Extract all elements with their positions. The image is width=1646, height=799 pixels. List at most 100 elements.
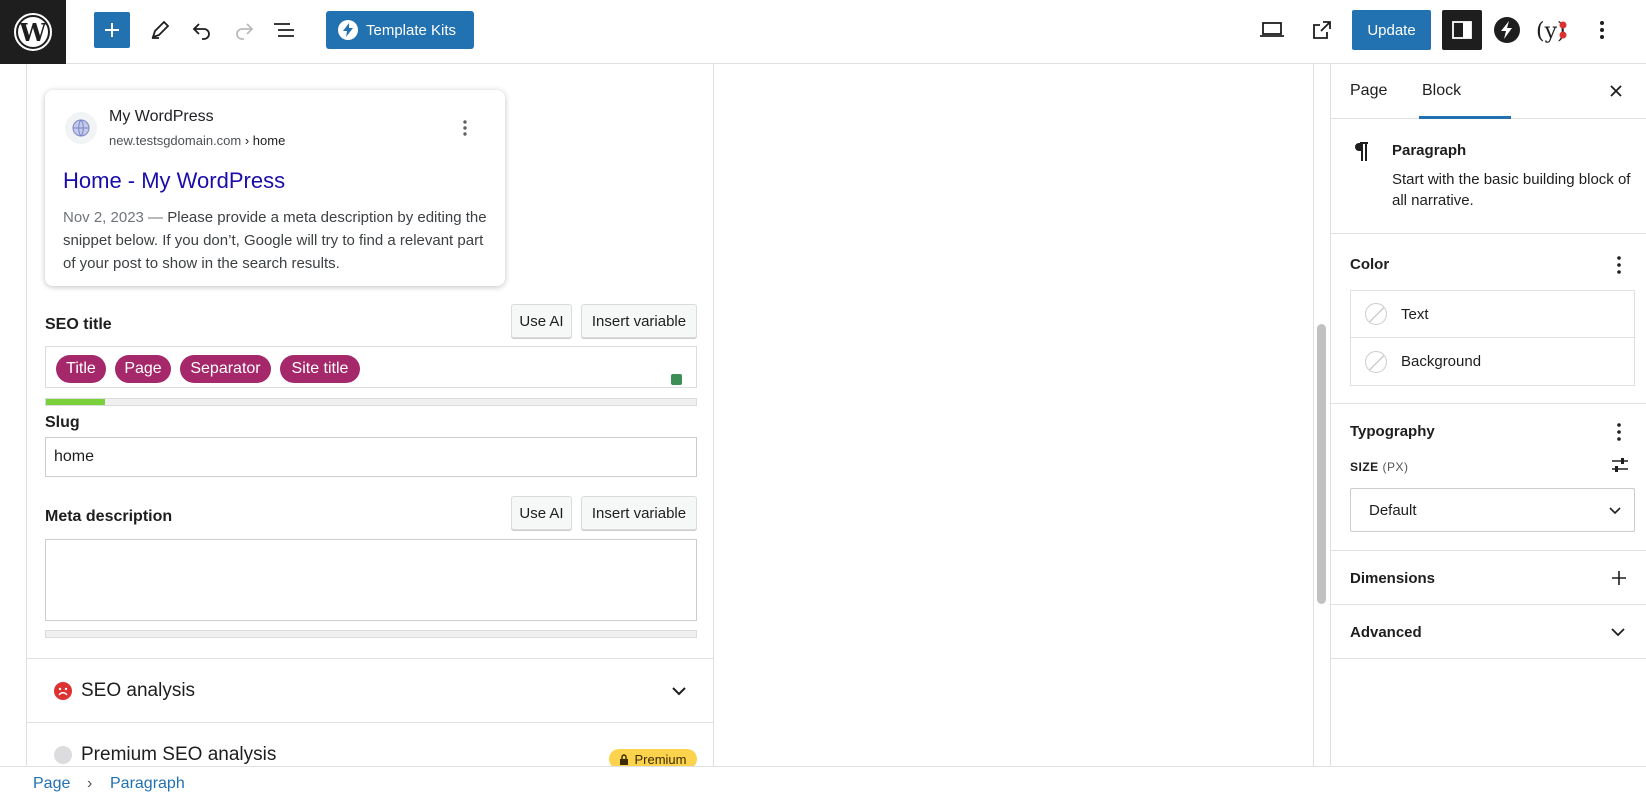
font-size-value: Default [1369, 501, 1417, 519]
lock-icon [620, 753, 629, 765]
edit-tools-button[interactable] [142, 12, 178, 48]
variable-pill-separator[interactable]: Separator [180, 355, 271, 383]
more-vertical-icon [463, 120, 467, 141]
undo-icon [192, 23, 210, 40]
sidebar-tabs: Page Block [1331, 64, 1646, 119]
advanced-panel-toggle[interactable]: Advanced [1331, 605, 1646, 659]
desktop-preview-icon [1260, 22, 1284, 37]
variable-pill-site-title[interactable]: Site title [280, 355, 360, 383]
meta-description-progress-bar [45, 630, 697, 638]
premium-seo-analysis-toggle[interactable]: Premium SEO analysis Premium [27, 722, 713, 766]
seo-title-progress-fill [46, 399, 105, 405]
snippet-url: new.testsgdomain.com › home [109, 133, 286, 148]
bolt-circle-icon [1494, 17, 1520, 43]
more-vertical-icon[interactable] [1617, 423, 1621, 441]
color-options: Text Background [1350, 290, 1635, 386]
editor-scrollbar-thumb[interactable] [1317, 324, 1326, 604]
list-view-icon [274, 23, 294, 37]
block-name: Paragraph [1392, 142, 1467, 159]
settings-sidebar-toggle[interactable] [1442, 10, 1482, 50]
variable-pill-page[interactable]: Page [115, 355, 171, 383]
chevron-down-icon [1611, 628, 1625, 637]
redo-icon [236, 23, 254, 40]
envato-bolt-icon [338, 20, 358, 40]
chevron-down-icon [672, 687, 686, 696]
seo-title-use-ai-button[interactable]: Use AI [511, 304, 572, 338]
breadcrumb-page[interactable]: Page [33, 775, 70, 793]
dimensions-panel-toggle[interactable]: Dimensions [1331, 551, 1646, 605]
block-breadcrumb: Page › Paragraph [0, 766, 1646, 799]
breadcrumb-paragraph[interactable]: Paragraph [110, 775, 185, 793]
editor-canvas: My WordPress new.testsgdomain.com › home… [0, 64, 1330, 766]
sidebar-icon [1452, 21, 1472, 39]
meta-description-input[interactable] [45, 539, 697, 621]
pencil-icon [151, 20, 170, 39]
more-vertical-icon[interactable] [1617, 256, 1621, 274]
external-link-icon [1313, 21, 1331, 39]
snippet-site-name: My WordPress [109, 108, 214, 125]
slug-label: Slug [45, 414, 80, 431]
color-text-label: Text [1401, 305, 1429, 323]
empty-swatch-icon [1365, 303, 1387, 325]
yoast-icon: (y) [1536, 19, 1567, 44]
seo-title-input[interactable]: Title Page Separator Site title [45, 346, 697, 388]
color-background-label: Background [1401, 353, 1482, 370]
plus-icon [105, 23, 119, 37]
yoast-seo-button[interactable]: (y) [1534, 12, 1570, 48]
variable-pill-title[interactable]: Title [56, 355, 106, 383]
block-card: Paragraph Start with the basic building … [1331, 119, 1646, 234]
seo-title-insert-variable-button[interactable]: Insert variable [581, 304, 697, 338]
elementor-button[interactable] [1489, 12, 1525, 48]
grey-circle-icon [54, 746, 72, 764]
seo-title-label: SEO title [45, 316, 112, 333]
google-preview-snippet: My WordPress new.testsgdomain.com › home… [45, 90, 505, 286]
grammarly-grip-icon[interactable] [671, 374, 682, 385]
plus-icon [1612, 571, 1626, 585]
sad-face-icon [54, 682, 72, 700]
update-button[interactable]: Update [1352, 10, 1431, 50]
snippet-title: Home - My WordPress [63, 168, 286, 193]
meta-description-insert-variable-button[interactable]: Insert variable [581, 496, 697, 530]
custom-size-settings-icon[interactable] [1611, 456, 1629, 474]
add-block-button[interactable] [94, 12, 130, 48]
close-icon[interactable] [1609, 84, 1623, 98]
size-label: SIZE (PX) [1350, 460, 1409, 474]
undo-button[interactable] [184, 12, 220, 48]
tab-page[interactable]: Page [1350, 82, 1387, 100]
font-size-select[interactable]: Default [1350, 488, 1635, 532]
paragraph-icon [1355, 142, 1368, 161]
snippet-description: Nov 2, 2023 — Please provide a meta desc… [63, 209, 487, 272]
meta-description-label: Meta description [45, 508, 173, 525]
yoast-meta-panel: My WordPress new.testsgdomain.com › home… [26, 64, 714, 766]
redo-button[interactable] [226, 12, 262, 48]
chevron-down-icon [1609, 507, 1621, 515]
more-vertical-icon [1600, 21, 1604, 39]
settings-sidebar: Page Block Paragraph Start with the basi… [1330, 64, 1646, 766]
globe-icon [65, 112, 97, 144]
typography-heading: Typography [1350, 423, 1435, 440]
view-page-button[interactable] [1304, 12, 1340, 48]
block-description: Start with the basic building block of a… [1392, 171, 1631, 209]
divider [1331, 403, 1646, 404]
svg-text:W: W [19, 18, 48, 47]
preview-button[interactable] [1254, 12, 1290, 48]
meta-description-use-ai-button[interactable]: Use AI [511, 496, 572, 530]
color-text-option[interactable]: Text [1351, 291, 1634, 338]
premium-seo-analysis-label: Premium SEO analysis [81, 744, 277, 765]
color-background-option[interactable]: Background [1351, 338, 1634, 385]
wordpress-logo-icon[interactable]: W [0, 0, 66, 64]
template-kits-button[interactable]: Template Kits [326, 11, 474, 49]
seo-analysis-toggle[interactable]: SEO analysis [27, 658, 713, 722]
document-overview-button[interactable] [266, 12, 302, 48]
empty-swatch-icon [1365, 350, 1387, 373]
tab-block[interactable]: Block [1422, 82, 1461, 100]
advanced-heading: Advanced [1350, 624, 1422, 641]
options-menu-button[interactable] [1584, 12, 1620, 48]
seo-analysis-label: SEO analysis [81, 680, 196, 701]
slug-input[interactable]: home [45, 437, 697, 477]
template-kits-label: Template Kits [366, 21, 457, 39]
dimensions-heading: Dimensions [1350, 570, 1436, 587]
premium-badge: Premium [609, 749, 697, 766]
seo-title-progress-bar [45, 398, 697, 406]
breadcrumb-separator: › [87, 775, 93, 792]
